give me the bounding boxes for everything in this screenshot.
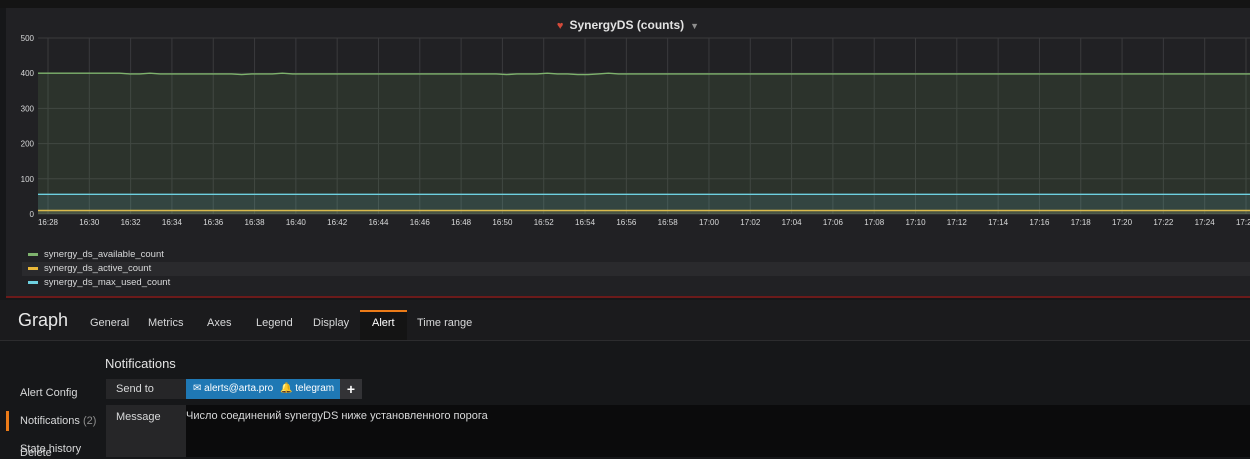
notification-target-email[interactable]: ✉ alerts@arta.pro — [186, 379, 281, 399]
x-tick-label: 16:48 — [451, 218, 472, 227]
notifications-count: (2) — [82, 415, 97, 427]
legend-swatch — [28, 266, 38, 270]
x-tick-label: 16:40 — [286, 218, 307, 227]
sidebar-item-label: Alert Config — [20, 387, 78, 399]
x-tick-label: 17:10 — [906, 218, 927, 227]
x-tick-label: 16:34 — [162, 218, 183, 227]
sidebar-item-label: Delete — [20, 447, 52, 459]
tab-alert[interactable]: Alert — [360, 310, 407, 340]
x-tick-label: 17:08 — [864, 218, 885, 227]
editor-tab-bar: Graph General Metrics Axes Legend Displa… — [0, 300, 1250, 341]
x-tick-label: 17:00 — [699, 218, 720, 227]
message-label: Message — [106, 405, 186, 457]
envelope-icon: ✉ — [193, 383, 202, 394]
editor-title: Graph — [18, 310, 69, 330]
x-tick-label: 17:22 — [1153, 218, 1174, 227]
send-to-label: Send to — [106, 379, 186, 399]
notification-target-label: alerts@arta.pro — [204, 383, 274, 394]
legend-item[interactable]: synergy_ds_active_count — [28, 262, 170, 276]
x-tick-label: 17:26 — [1236, 218, 1250, 227]
bell-icon: 🔔 — [280, 383, 293, 394]
x-tick-label: 17:20 — [1112, 218, 1133, 227]
x-tick-label: 16:28 — [38, 218, 59, 227]
notifications-heading: Notifications — [105, 356, 176, 371]
notification-target-label: telegram — [295, 383, 335, 394]
x-tick-label: 16:52 — [534, 218, 555, 227]
y-tick-label: 0 — [30, 210, 35, 219]
legend-swatch — [28, 252, 38, 256]
tab-metrics[interactable]: Metrics — [148, 317, 183, 329]
tab-time-range[interactable]: Time range — [417, 317, 472, 329]
x-tick-label: 16:32 — [121, 218, 142, 227]
y-tick-label: 200 — [21, 140, 35, 149]
legend-item[interactable]: synergy_ds_available_count — [28, 248, 170, 262]
series-area-0 — [38, 73, 1250, 214]
sidebar-item-label: Notifications — [20, 415, 80, 427]
legend-label: synergy_ds_active_count — [44, 263, 152, 274]
x-tick-label: 16:46 — [410, 218, 431, 227]
x-tick-label: 16:54 — [575, 218, 596, 227]
tab-general[interactable]: General — [90, 317, 129, 329]
chart: 0 100 200 300 400 500 16:28 16:30 16:32 16:34 16:3… — [21, 34, 1250, 227]
y-tick-label: 300 — [21, 104, 35, 113]
x-tick-label: 17:12 — [947, 218, 968, 227]
x-tick-label: 17:18 — [1071, 218, 1092, 227]
x-tick-label: 17:16 — [1029, 218, 1050, 227]
x-tick-label: 16:50 — [492, 218, 513, 227]
legend-highlight — [22, 262, 1250, 276]
legend-item[interactable]: synergy_ds_max_used_count — [28, 276, 170, 290]
x-tick-label: 17:14 — [988, 218, 1009, 227]
x-tick-label: 16:44 — [368, 218, 389, 227]
x-tick-label: 17:24 — [1195, 218, 1216, 227]
x-tick-label: 16:30 — [79, 218, 100, 227]
series-area-2 — [38, 194, 1250, 214]
x-tick-label: 17:06 — [823, 218, 844, 227]
x-tick-label: 16:42 — [327, 218, 348, 227]
x-tick-label: 17:02 — [740, 218, 761, 227]
alert-editor: Alert Config Notifications (2) State his… — [0, 341, 1250, 457]
message-input[interactable] — [186, 405, 1250, 457]
x-tick-label: 16:36 — [203, 218, 224, 227]
tab-display[interactable]: Display — [313, 317, 349, 329]
legend-swatch — [28, 280, 38, 284]
x-tick-label: 16:38 — [245, 218, 266, 227]
y-tick-label: 400 — [21, 69, 35, 78]
y-tick-label: 500 — [21, 34, 35, 43]
legend-label: synergy_ds_available_count — [44, 249, 164, 260]
notification-target-telegram[interactable]: 🔔 telegram — [273, 379, 342, 399]
add-notification-button[interactable]: + — [340, 379, 362, 399]
graph-panel: ♥ SynergyDS (counts) ▼ 0 100 200 300 400 500 16:… — [6, 8, 1250, 298]
legend: synergy_ds_available_count synergy_ds_ac… — [28, 248, 170, 290]
x-tick-label: 16:56 — [616, 218, 637, 227]
sidebar-item-alert-config[interactable]: Alert Config — [6, 387, 110, 399]
tab-legend[interactable]: Legend — [256, 317, 293, 329]
y-tick-label: 100 — [21, 175, 35, 184]
x-tick-label: 16:58 — [658, 218, 679, 227]
series-line-0 — [38, 72, 1250, 76]
sidebar-item-notifications[interactable]: Notifications (2) — [6, 411, 110, 431]
x-tick-label: 17:04 — [782, 218, 803, 227]
legend-label: synergy_ds_max_used_count — [44, 277, 171, 288]
tab-axes[interactable]: Axes — [207, 317, 231, 329]
top-strip — [0, 0, 1250, 8]
sidebar-item-delete[interactable]: Delete — [6, 447, 110, 459]
